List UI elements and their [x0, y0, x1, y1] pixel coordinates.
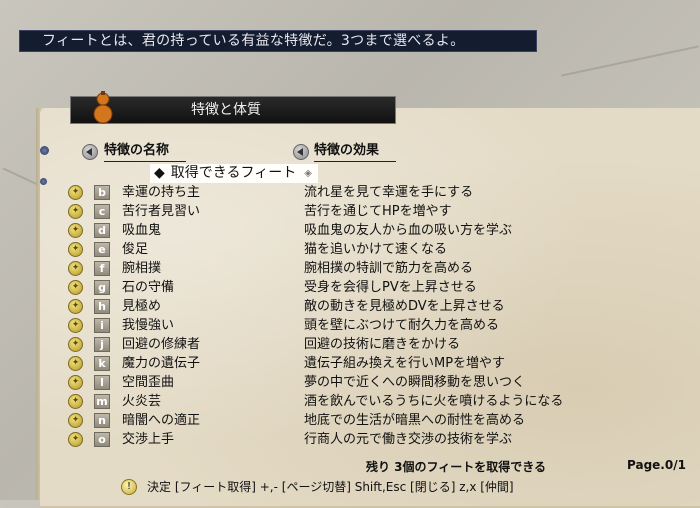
select-marker-icon: ✦	[68, 413, 83, 428]
column-sort-icon[interactable]	[293, 144, 309, 160]
feat-key: f	[94, 261, 110, 276]
ornament-gem-icon	[40, 178, 47, 185]
feat-key: n	[94, 413, 110, 428]
feat-effect: 酒を飲んでいるうちに火を噴けるようになる	[304, 394, 564, 409]
feat-key: k	[94, 356, 110, 371]
feat-key: m	[94, 394, 110, 409]
diamond-icon: ◆	[154, 165, 165, 181]
feat-row[interactable]: ✦ f 腕相撲 腕相撲の特訓で筋力を高める	[66, 259, 586, 278]
feat-name: 火炎芸	[122, 394, 162, 409]
feat-name: 石の守備	[122, 280, 175, 295]
column-sort-icon[interactable]	[82, 144, 98, 160]
feat-row[interactable]: ✦ i 我慢強い 頭を壁にぶつけて耐久力を高める	[66, 316, 586, 335]
feat-row[interactable]: ✦ c 苦行者見習い 苦行を通じてHPを増やす	[66, 202, 586, 221]
select-marker-icon: ✦	[68, 356, 83, 371]
feat-name: 俊足	[122, 242, 149, 257]
feat-row[interactable]: ✦ g 石の守備 受身を会得しPVを上昇させる	[66, 278, 586, 297]
feat-name: 幸運の持ち主	[122, 185, 201, 200]
feat-name: 腕相撲	[122, 261, 162, 276]
window-title: 特徴と体質	[191, 102, 261, 118]
feat-row[interactable]: ✦ k 魔力の遺伝子 遺伝子組み換えを行いMPを増やす	[66, 354, 586, 373]
gourd-icon	[93, 91, 113, 124]
select-marker-icon: ✦	[68, 318, 83, 333]
feat-row[interactable]: ✦ l 空間歪曲 夢の中で近くへの瞬間移動を思いつく	[66, 373, 586, 392]
footer-help: ! 決定 [フィート取得] +,- [ページ切替] Shift,Esc [閉じる…	[121, 478, 681, 498]
feat-effect: 腕相撲の特訓で筋力を高める	[304, 261, 474, 276]
feat-key: j	[94, 337, 110, 352]
background-crack	[561, 45, 699, 77]
feat-effect: 吸血鬼の友人から血の吸い方を学ぶ	[304, 223, 513, 238]
ornament-gem-icon	[40, 146, 49, 155]
select-marker-icon: ✦	[68, 204, 83, 219]
feat-row[interactable]: ✦ m 火炎芸 酒を飲んでいるうちに火を噴けるようになる	[66, 392, 586, 411]
feat-name: 吸血鬼	[122, 223, 162, 238]
column-header-name[interactable]: 特徴の名称	[104, 142, 186, 162]
feat-row[interactable]: ✦ j 回避の修練者 回避の技術に磨きをかける	[66, 335, 586, 354]
feat-effect: 頭を壁にぶつけて耐久力を高める	[304, 318, 500, 333]
remaining-count: 残り 3個のフィートを取得できる	[366, 460, 547, 474]
feat-effect: 苦行を通じてHPを増やす	[304, 204, 452, 219]
feat-row[interactable]: ✦ h 見極め 敵の動きを見極めDVを上昇させる	[66, 297, 586, 316]
diamond-small-icon: ◈	[304, 168, 312, 179]
feat-row[interactable]: ✦ d 吸血鬼 吸血鬼の友人から血の吸い方を学ぶ	[66, 221, 586, 240]
feat-row[interactable]: ✦ b 幸運の持ち主 流れ星を見て幸運を手にする	[66, 183, 586, 202]
feat-name: 交渉上手	[122, 432, 175, 447]
window-title-bar: 特徴と体質	[70, 96, 396, 124]
feat-effect: 猫を追いかけて速くなる	[304, 242, 448, 257]
select-marker-icon: ✦	[68, 185, 83, 200]
feat-key: i	[94, 318, 110, 333]
footer-keys: 決定 [フィート取得] +,- [ページ切替] Shift,Esc [閉じる] …	[147, 480, 514, 494]
feat-effect: 遺伝子組み換えを行いMPを増やす	[304, 356, 506, 371]
feat-name: 見極め	[122, 299, 162, 314]
select-marker-icon: ✦	[68, 299, 83, 314]
feat-key: d	[94, 223, 110, 238]
select-marker-icon: ✦	[68, 394, 83, 409]
feat-name: 苦行者見習い	[122, 204, 201, 219]
lightbulb-icon: !	[121, 479, 137, 495]
feat-effect: 敵の動きを見極めDVを上昇させる	[304, 299, 505, 314]
feat-effect: 流れ星を見て幸運を手にする	[304, 185, 474, 200]
feat-effect: 受身を会得しPVを上昇させる	[304, 280, 477, 295]
feat-row[interactable]: ✦ e 俊足 猫を追いかけて速くなる	[66, 240, 586, 259]
feat-name: 魔力の遺伝子	[122, 356, 201, 371]
feat-key: h	[94, 299, 110, 314]
section-label: ◆ 取得できるフィート ◈	[150, 164, 318, 183]
feat-key: l	[94, 375, 110, 390]
feat-key: o	[94, 432, 110, 447]
feat-effect: 回避の技術に磨きをかける	[304, 337, 461, 352]
feat-key: e	[94, 242, 110, 257]
feat-key: g	[94, 280, 110, 295]
select-marker-icon: ✦	[68, 261, 83, 276]
select-marker-icon: ✦	[68, 432, 83, 447]
feat-name: 回避の修練者	[122, 337, 201, 352]
page-indicator: Page.0/1	[627, 458, 686, 472]
feat-row[interactable]: ✦ o 交渉上手 行商人の元で働き交渉の技術を学ぶ	[66, 430, 586, 449]
hint-bar: フィートとは、君の持っている有益な特徴だ。3つまで選べるよ。	[19, 30, 537, 52]
feat-row[interactable]: ✦ n 暗闇への適正 地底での生活が暗黒への耐性を高める	[66, 411, 586, 430]
column-header-effect[interactable]: 特徴の効果	[314, 142, 396, 162]
select-marker-icon: ✦	[68, 280, 83, 295]
feat-effect: 地底での生活が暗黒への耐性を高める	[304, 413, 526, 428]
feat-effect: 行商人の元で働き交渉の技術を学ぶ	[304, 432, 513, 447]
select-marker-icon: ✦	[68, 242, 83, 257]
feat-name: 我慢強い	[122, 318, 175, 333]
feat-name: 空間歪曲	[122, 375, 175, 390]
feat-key: c	[94, 204, 110, 219]
select-marker-icon: ✦	[68, 375, 83, 390]
feat-name: 暗闇への適正	[122, 413, 201, 428]
select-marker-icon: ✦	[68, 223, 83, 238]
select-marker-icon: ✦	[68, 337, 83, 352]
feat-key: b	[94, 185, 110, 200]
feat-effect: 夢の中で近くへの瞬間移動を思いつく	[304, 375, 526, 390]
